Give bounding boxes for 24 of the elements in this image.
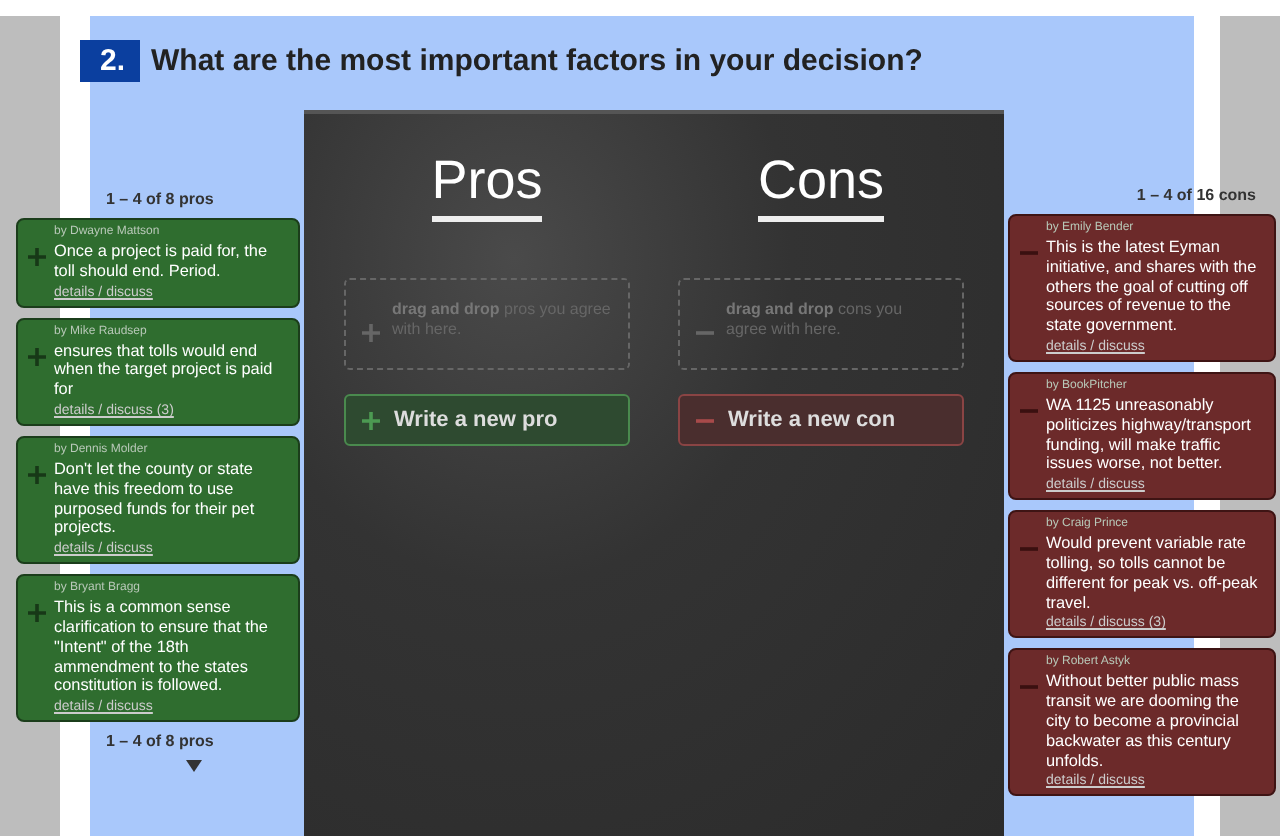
argument-text: Don't let the county or state have this freedom to use purposed funds for their pet projects. [54, 459, 257, 539]
argument-text: Without better public mass transit we are dooming the city to become a provincial backwater as this century unfolds. [1046, 672, 1241, 771]
column-heading: Pros [431, 150, 543, 222]
down-arrow-icon[interactable] [185, 760, 201, 773]
argument-text: ensures that tolls would end when the target project is paid for [54, 341, 275, 400]
plus-icon [28, 604, 46, 623]
pros-counter: 1 – 4 of 8 pros [106, 190, 214, 208]
plus-icon [362, 324, 380, 342]
plus-icon [362, 411, 380, 429]
argument-text: Would prevent variable rate tolling, so tolls cannot be different for peak vs. off-peak travel. [1046, 534, 1260, 613]
plus-icon [28, 248, 46, 266]
argument-text: WA 1125 unreasonably politicizes highway/transport funding, will make traffic issues worse, not better. [1046, 395, 1253, 475]
write-button[interactable]: Write a new con [678, 394, 964, 446]
question-title: What are the most important factors in your decision? [151, 44, 923, 78]
plus-icon [28, 465, 46, 484]
write-button[interactable]: Write a new pro [344, 394, 630, 446]
argument-text: This is a common sense clarification to ensure that the "Intent" of the 18th ammendment to the states constitution is followed. [54, 598, 270, 697]
column-heading: Cons [757, 150, 885, 222]
argument-text: Once a project is paid for, the toll should end. Period. [54, 242, 269, 282]
cons-counter: 1 – 4 of 16 cons [1136, 186, 1256, 204]
argument-text: This is the latest Eyman initiative, and shares with the others the goal of cutting off sources of revenue to the state government. [1046, 238, 1259, 336]
question-number: 2. [80, 40, 140, 82]
plus-icon [28, 347, 46, 366]
pros-counter: 1 – 4 of 8 pros [106, 732, 214, 751]
